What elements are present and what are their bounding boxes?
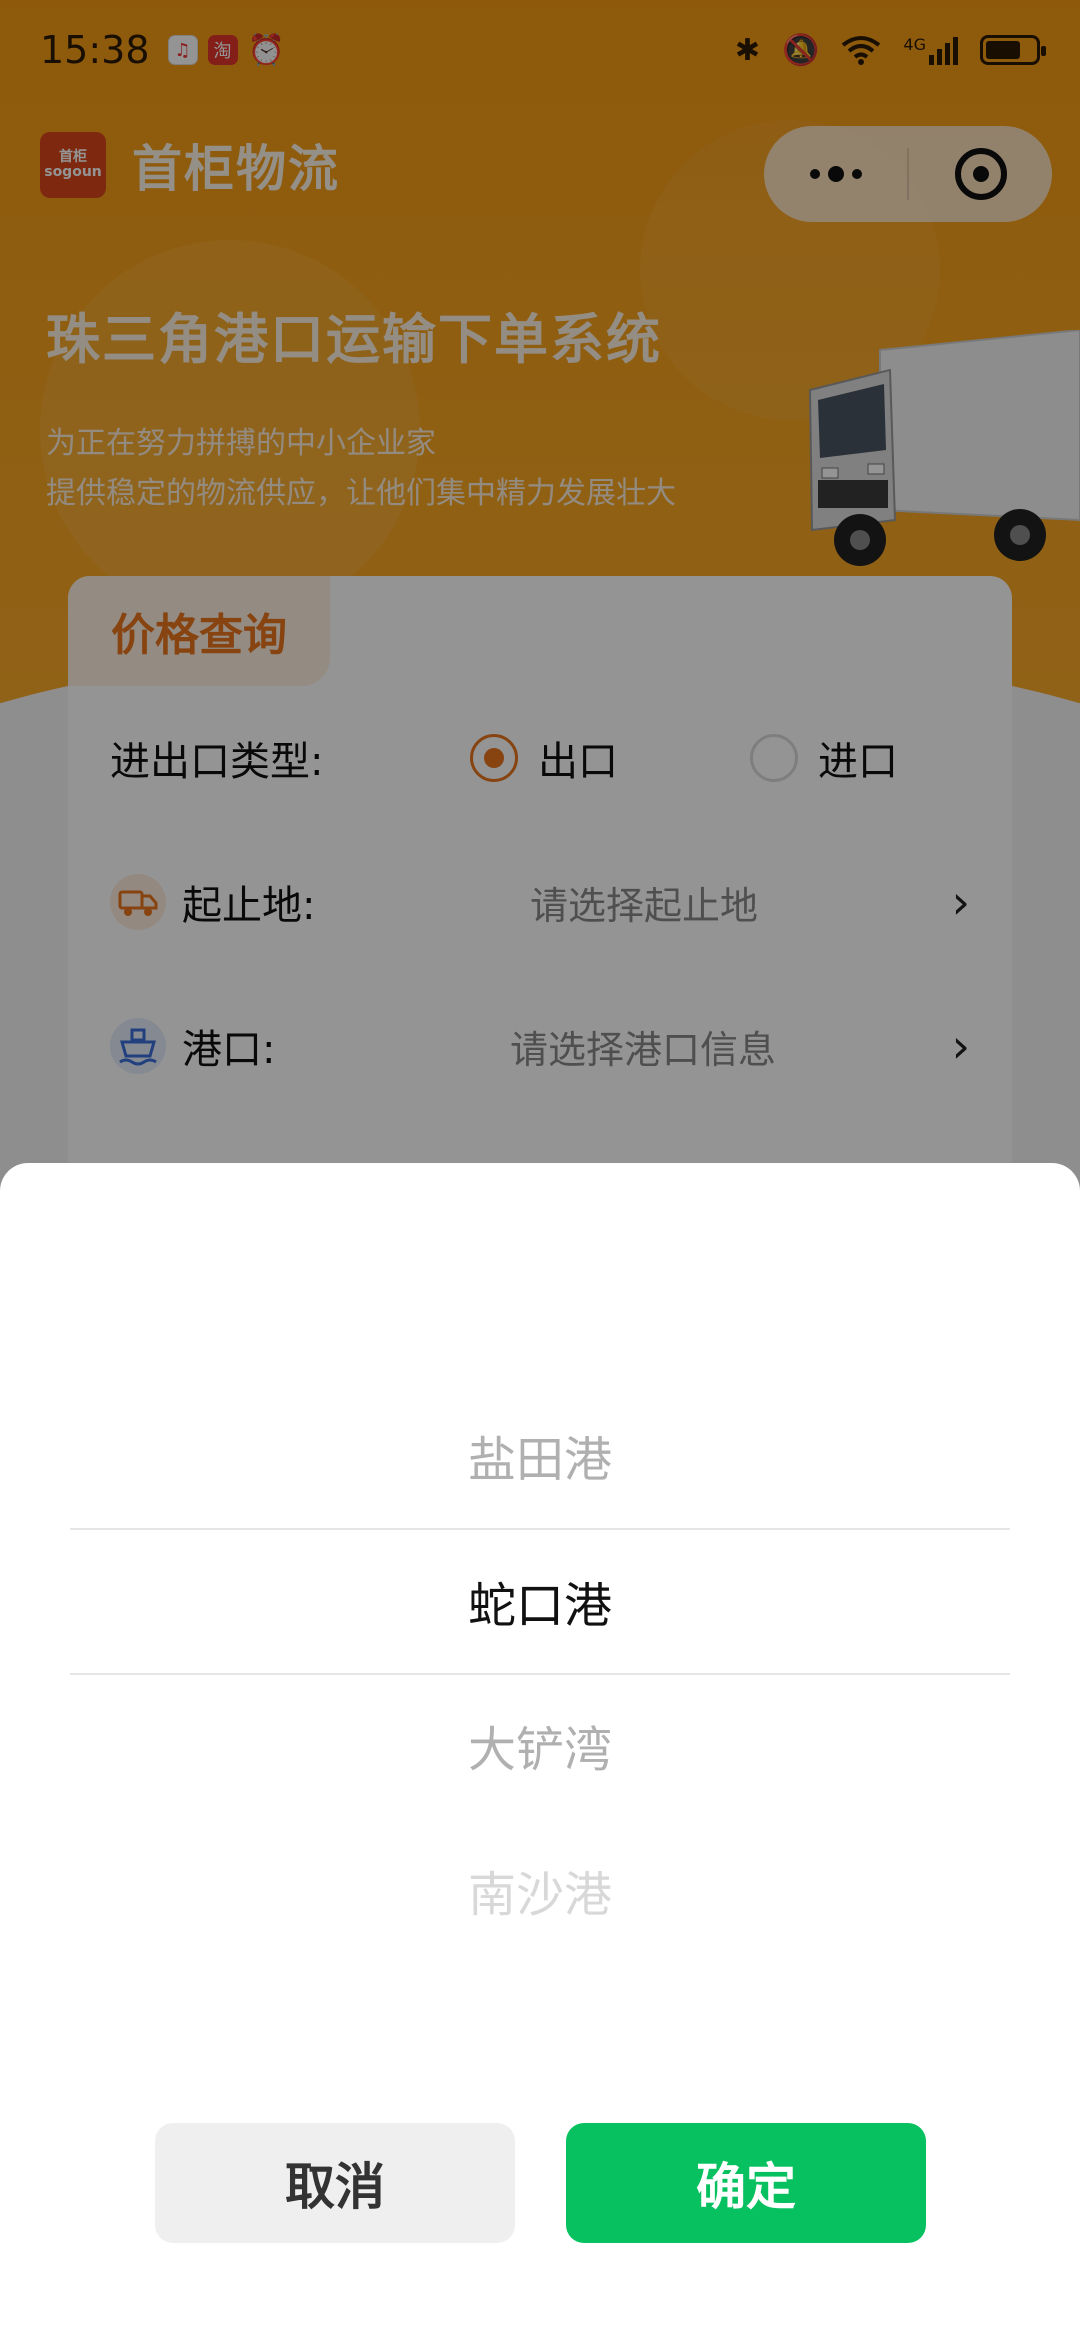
confirm-button[interactable]: 确定 [566, 2123, 926, 2243]
port-picker-wheel[interactable]: 盐田港 蛇口港 大铲湾 南沙港 [70, 1383, 1010, 1923]
cancel-button[interactable]: 取消 [155, 2123, 515, 2243]
picker-option-selected[interactable]: 蛇口港 [70, 1529, 1010, 1673]
picker-option[interactable]: 南沙港 [70, 1818, 1010, 1962]
picker-option[interactable]: 大铲湾 [70, 1673, 1010, 1817]
picker-option[interactable]: 盐田港 [70, 1383, 1010, 1527]
port-picker-sheet: 盐田港 蛇口港 大铲湾 南沙港 取消 确定 [0, 1163, 1080, 2340]
